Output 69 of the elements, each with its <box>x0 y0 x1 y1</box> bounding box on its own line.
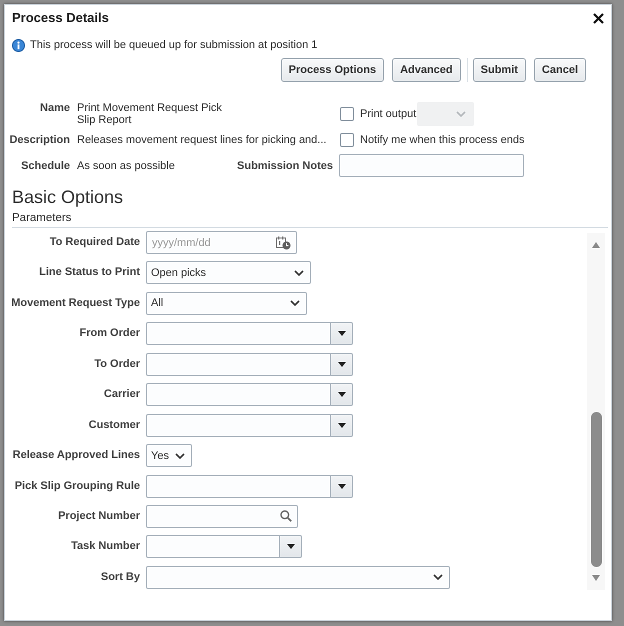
dropdown-button[interactable] <box>330 414 353 437</box>
field-label: From Order <box>79 327 140 340</box>
dropdown-button[interactable] <box>330 352 353 376</box>
dropdown-button[interactable] <box>330 322 353 346</box>
scrollbar-track[interactable] <box>587 233 605 590</box>
field-label: Sort By <box>100 570 140 584</box>
triangle-down-icon <box>338 331 346 336</box>
field-label: Pick Slip Grouping Rule <box>14 480 140 492</box>
chevron-down-icon <box>294 270 304 276</box>
subsection-title: Parameters <box>12 211 72 225</box>
chevron-down-icon <box>433 574 443 580</box>
combo-field[interactable] <box>146 535 279 558</box>
info-message: This process will be queued up for submission at position 1 <box>30 38 318 52</box>
combo-field[interactable] <box>146 352 330 376</box>
dropdown-select[interactable]: All <box>146 292 307 315</box>
field-label: Name <box>40 102 70 114</box>
field-value: Releases movement request lines for picking and... <box>77 134 326 146</box>
field-label: Customer <box>88 418 140 432</box>
dropdown-select[interactable] <box>146 566 450 589</box>
triangle-down-icon <box>338 392 346 398</box>
search-icon[interactable] <box>280 510 292 522</box>
field-label: Task Number <box>71 540 140 554</box>
info-icon <box>12 38 25 52</box>
field-label: To Required Date <box>50 236 140 249</box>
combo-field[interactable] <box>146 414 330 437</box>
cancel-button[interactable]: Cancel <box>534 58 586 82</box>
search-field[interactable] <box>146 504 298 528</box>
triangle-down-icon <box>338 484 346 488</box>
field-label: Release Approved Lines <box>12 449 140 462</box>
dropdown-select[interactable]: Yes <box>146 444 192 468</box>
scroll-up-icon[interactable] <box>592 242 600 248</box>
field-label: Movement Request Type <box>12 296 140 310</box>
triangle-down-icon <box>286 544 294 550</box>
chevron-down-icon <box>456 111 466 117</box>
process-options-button[interactable]: Process Options <box>280 58 384 82</box>
field-label: Line Status to Print <box>39 266 140 280</box>
date-field[interactable]: yyyy/mm/dd <box>146 231 297 254</box>
checkbox[interactable] <box>340 133 354 147</box>
section-title: Basic Options <box>12 186 124 208</box>
field-label: Submission Notes <box>237 160 333 172</box>
field-label: Schedule <box>21 160 70 172</box>
triangle-down-icon <box>338 422 346 428</box>
combo-field[interactable] <box>146 322 330 346</box>
dropdown-button[interactable] <box>330 474 353 498</box>
field-label: To Order <box>94 358 140 371</box>
scroll-down-icon[interactable] <box>592 575 600 581</box>
field-value: As soon as possible <box>77 160 175 172</box>
combo-field[interactable] <box>146 474 330 498</box>
calendar-clock-icon[interactable] <box>276 236 291 250</box>
checkbox-label: Print output <box>360 107 416 121</box>
triangle-down-icon <box>338 362 346 367</box>
scrollbar-thumb[interactable] <box>590 412 602 567</box>
field-value: Print Movement Request Pick Slip Report <box>77 102 223 126</box>
combo-field[interactable] <box>146 383 330 406</box>
dialog-title: Process Details <box>12 10 109 26</box>
field-label: Carrier <box>104 388 140 402</box>
checkbox-label: Notify me when this process ends <box>360 133 524 147</box>
chevron-down-icon <box>290 300 300 306</box>
field-label: Description <box>9 134 70 146</box>
field-label: Project Number <box>58 510 140 523</box>
submit-button[interactable]: Submit <box>472 58 526 82</box>
chevron-down-icon <box>174 452 185 459</box>
dropdown-button[interactable] <box>330 383 353 406</box>
advanced-button[interactable]: Advanced <box>392 58 461 82</box>
dropdown-select[interactable]: Open picks <box>146 261 311 284</box>
checkbox[interactable] <box>340 107 354 121</box>
dropdown-button[interactable] <box>279 535 302 558</box>
close-icon[interactable] <box>593 12 604 24</box>
notes-field[interactable] <box>339 154 524 177</box>
